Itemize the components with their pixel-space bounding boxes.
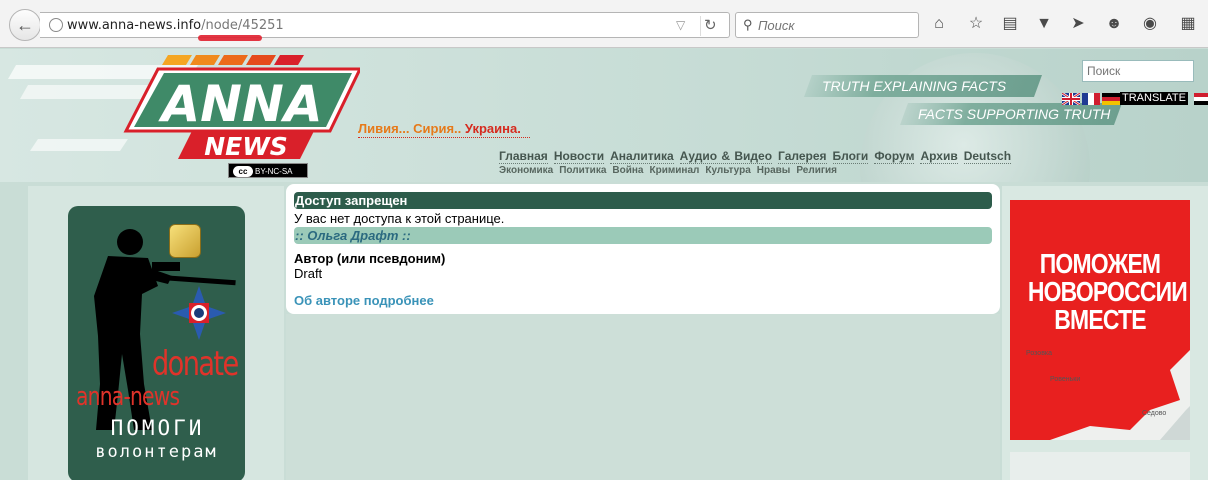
- novorossiya-banner[interactable]: ПОМОЖЕМ НОВОРОССИИ ВМЕСТЕ Ровеньки Розов…: [1010, 200, 1190, 440]
- cc-icon: cc: [233, 166, 253, 177]
- card-chip-icon: [169, 224, 201, 258]
- donate-text: donate: [152, 344, 239, 384]
- flag-syria-icon[interactable]: [1194, 93, 1208, 105]
- chat-icon[interactable]: ☻: [1104, 14, 1124, 34]
- browser-search-box[interactable]: ⚲: [735, 12, 919, 38]
- access-denied-title: Доступ запрещен: [294, 192, 992, 209]
- site-search-input[interactable]: [1082, 60, 1194, 82]
- creative-commons-badge[interactable]: cc BY-NC-SA: [228, 163, 308, 178]
- logo-anna-text: ANNA: [157, 75, 322, 133]
- content-background: [286, 314, 1000, 480]
- address-bar[interactable]: www.anna-news.info/node/45251 ▽ ↻: [40, 12, 730, 38]
- map-label: Розовка: [1026, 350, 1053, 357]
- logo-news-text: NEWS: [204, 132, 288, 161]
- nav-item-news[interactable]: Новости: [553, 149, 605, 164]
- nav-sub-war[interactable]: Война: [612, 165, 643, 176]
- author-more-link[interactable]: Об авторе подробнее: [294, 293, 434, 308]
- donate-banner[interactable]: donate anna-news ПОМОГИ волонтерам: [68, 206, 245, 480]
- globe-icon: [49, 18, 63, 32]
- emblem-cross-icon: [172, 286, 226, 340]
- browser-search-input[interactable]: [758, 16, 908, 34]
- search-icon: ⚲: [743, 17, 753, 32]
- translate-button[interactable]: TRANSLATE: [1120, 92, 1188, 105]
- anna-news-text: anna-news: [76, 382, 180, 412]
- map-label: Седово: [1142, 410, 1167, 417]
- help-text: ПОМОГИ: [110, 416, 205, 440]
- nav-sub-morals[interactable]: Нравы: [757, 165, 791, 176]
- anna-news-logo[interactable]: ANNA NEWS: [8, 51, 360, 163]
- arrow-left-icon: ←: [16, 15, 34, 35]
- back-button[interactable]: ←: [9, 9, 41, 41]
- sub-navigation: Экономика Политика Война Криминал Культура Нр…: [499, 165, 843, 176]
- tagline[interactable]: Ливия... Сирия.. Украина.: [358, 121, 521, 136]
- pocket-icon[interactable]: ▼: [1034, 14, 1054, 34]
- reading-list-icon[interactable]: ▤: [1000, 14, 1020, 34]
- extension-icon[interactable]: ◉: [1140, 14, 1160, 34]
- tagline-underline: [358, 137, 530, 138]
- flag-france-icon[interactable]: [1082, 93, 1100, 105]
- nav-sub-crime[interactable]: Криминал: [650, 165, 700, 176]
- nav-item-gallery[interactable]: Галерея: [778, 149, 827, 164]
- nav-item-home[interactable]: Главная: [499, 149, 548, 164]
- nav-item-analytics[interactable]: Аналитика: [610, 149, 674, 164]
- access-denied-message: У вас нет доступа к этой странице.: [294, 211, 505, 226]
- calculator-icon[interactable]: ▦: [1178, 14, 1198, 34]
- nav-item-blogs[interactable]: Блоги: [832, 149, 869, 164]
- banner-facts-supporting: FACTS SUPPORTING TRUTH: [899, 103, 1123, 125]
- nav-sub-economy[interactable]: Экономика: [499, 165, 553, 176]
- bookmark-star-icon[interactable]: ☆: [966, 14, 986, 34]
- reload-icon[interactable]: ↻: [704, 16, 717, 34]
- nav-sub-politics[interactable]: Политика: [559, 165, 606, 176]
- main-content: Доступ запрещен У вас нет доступа к этой…: [286, 184, 1000, 314]
- nav-sub-culture[interactable]: Культура: [705, 165, 750, 176]
- nav-sub-religion[interactable]: Религия: [796, 165, 837, 176]
- flag-germany-icon[interactable]: [1102, 93, 1120, 105]
- home-icon[interactable]: ⌂: [929, 14, 949, 34]
- map-label: Ровеньки: [1050, 376, 1081, 383]
- nav-item-deutsch[interactable]: Deutsch: [963, 149, 1012, 164]
- main-navigation: Главная Новости Аналитика Аудио & Видео Гале…: [499, 149, 1017, 164]
- banner-truth-explaining: TRUTH EXPLAINING FACTS: [803, 75, 1043, 97]
- novorossiya-title: ПОМОЖЕМ НОВОРОССИИ ВМЕСТЕ: [1027, 248, 1188, 335]
- dropdown-icon[interactable]: ▽: [676, 18, 685, 32]
- author-field-value: Draft: [294, 266, 323, 281]
- flag-uk-icon[interactable]: [1062, 93, 1080, 105]
- site-header: ANNA NEWS Ливия... Сирия.. Украина. cc BY…: [0, 49, 1208, 182]
- divider: [700, 16, 701, 36]
- nav-item-audio-video[interactable]: Аудио & Видео: [679, 149, 773, 164]
- gear-banner[interactable]: [1010, 452, 1190, 480]
- nav-item-forum[interactable]: Форум: [874, 149, 915, 164]
- nav-item-archive[interactable]: Архив: [920, 149, 958, 164]
- url-highlight-mark: [198, 35, 262, 41]
- url-text[interactable]: www.anna-news.info/node/45251: [67, 18, 284, 33]
- author-header: :: Ольга Драфт ::: [294, 227, 992, 244]
- author-field-label: Автор (или псевдоним): [294, 251, 446, 266]
- volunteers-text: волонтерам: [95, 442, 218, 462]
- browser-toolbar: ← www.anna-news.info/node/45251 ▽ ↻ ⚲ ⌂ …: [0, 0, 1208, 48]
- send-icon[interactable]: ➤: [1068, 14, 1088, 34]
